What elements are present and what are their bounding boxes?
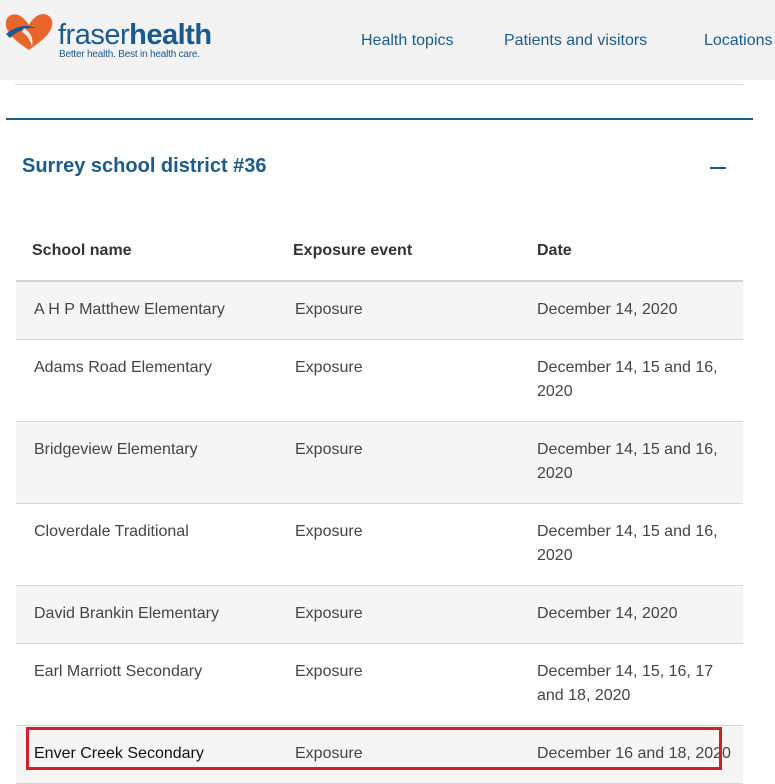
cell-school: Earl Marriott Secondary — [16, 643, 277, 726]
cell-event: Exposure — [277, 421, 537, 504]
nav-link-patients-visitors[interactable]: Patients and visitors — [504, 32, 647, 50]
cell-event: Exposure — [277, 281, 537, 340]
cell-event: Exposure — [277, 585, 537, 644]
logo-wordmark: fraserhealth — [58, 19, 212, 51]
cell-date: December 14, 15, 16, 17 and 18, 2020 — [537, 643, 743, 726]
column-header-date: Date — [537, 222, 743, 282]
collapse-minus-icon[interactable] — [708, 158, 730, 178]
cell-event: Exposure — [277, 725, 537, 784]
nav-link-locations[interactable]: Locations — [704, 32, 773, 50]
cell-date: December 14, 2020 — [537, 585, 743, 644]
cell-date: December 16 and 18, 2020 — [537, 725, 743, 784]
site-header: fraserhealth Better health. Best in heal… — [0, 0, 775, 80]
section-title[interactable]: Surrey school district #36 — [22, 155, 267, 178]
table-row: Earl Marriott Secondary Exposure Decembe… — [16, 643, 743, 726]
table-header-row: School name Exposure event Date — [16, 222, 743, 282]
cell-school: Adams Road Elementary — [16, 339, 277, 422]
column-header-event: Exposure event — [277, 222, 537, 282]
column-header-school: School name — [16, 222, 277, 282]
heart-logo-icon — [5, 14, 53, 50]
table-row-highlighted: Enver Creek Secondary Exposure December … — [16, 725, 743, 784]
cell-school: Cloverdale Traditional — [16, 503, 277, 586]
cell-event: Exposure — [277, 503, 537, 586]
table-row: Adams Road Elementary Exposure December … — [16, 339, 743, 422]
table-row: A H P Matthew Elementary Exposure Decemb… — [16, 281, 743, 340]
exposures-table: School name Exposure event Date A H P Ma… — [16, 222, 743, 784]
cell-school: Enver Creek Secondary — [16, 725, 277, 784]
cell-school: Bridgeview Elementary — [16, 421, 277, 504]
cell-school: David Brankin Elementary — [16, 585, 277, 644]
section-divider — [6, 118, 753, 120]
table-row: Bridgeview Elementary Exposure December … — [16, 421, 743, 504]
table-row: David Brankin Elementary Exposure Decemb… — [16, 585, 743, 644]
nav-link-health-topics[interactable]: Health topics — [361, 32, 454, 50]
content-divider — [15, 84, 743, 85]
cell-date: December 14, 15 and 16, 2020 — [537, 503, 743, 586]
cell-school: A H P Matthew Elementary — [16, 281, 277, 340]
cell-event: Exposure — [277, 643, 537, 726]
cell-date: December 14, 2020 — [537, 281, 743, 340]
fraser-health-logo[interactable]: fraserhealth Better health. Best in heal… — [2, 10, 212, 65]
cell-event: Exposure — [277, 339, 537, 422]
cell-date: December 14, 15 and 16, 2020 — [537, 339, 743, 422]
logo-tagline: Better health. Best in health care. — [59, 49, 200, 60]
table-row: Cloverdale Traditional Exposure December… — [16, 503, 743, 586]
cell-date: December 14, 15 and 16, 2020 — [537, 421, 743, 504]
